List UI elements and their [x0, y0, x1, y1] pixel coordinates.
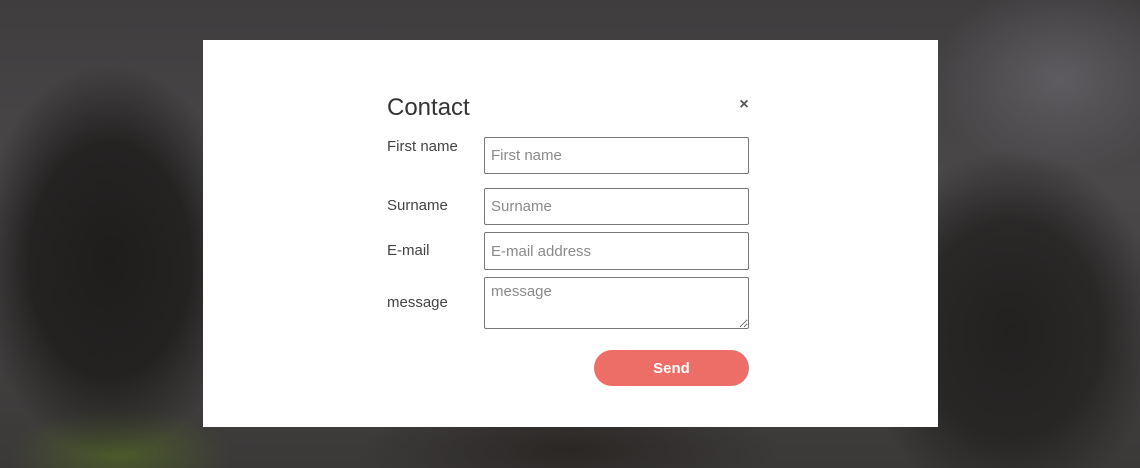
message-textarea[interactable] — [484, 277, 749, 329]
email-label: E-mail — [387, 242, 430, 259]
surname-input[interactable] — [484, 188, 749, 225]
dialog-title: Contact — [387, 94, 470, 121]
message-label: message — [387, 294, 448, 311]
first-name-label: First name — [387, 138, 458, 155]
surname-label: Surname — [387, 197, 448, 214]
contact-dialog: Contact × First name Surname E-mail mess… — [203, 40, 938, 427]
first-name-input[interactable] — [484, 137, 749, 174]
close-icon[interactable]: × — [736, 97, 752, 113]
send-button[interactable]: Send — [594, 350, 749, 386]
email-input[interactable] — [484, 232, 749, 270]
